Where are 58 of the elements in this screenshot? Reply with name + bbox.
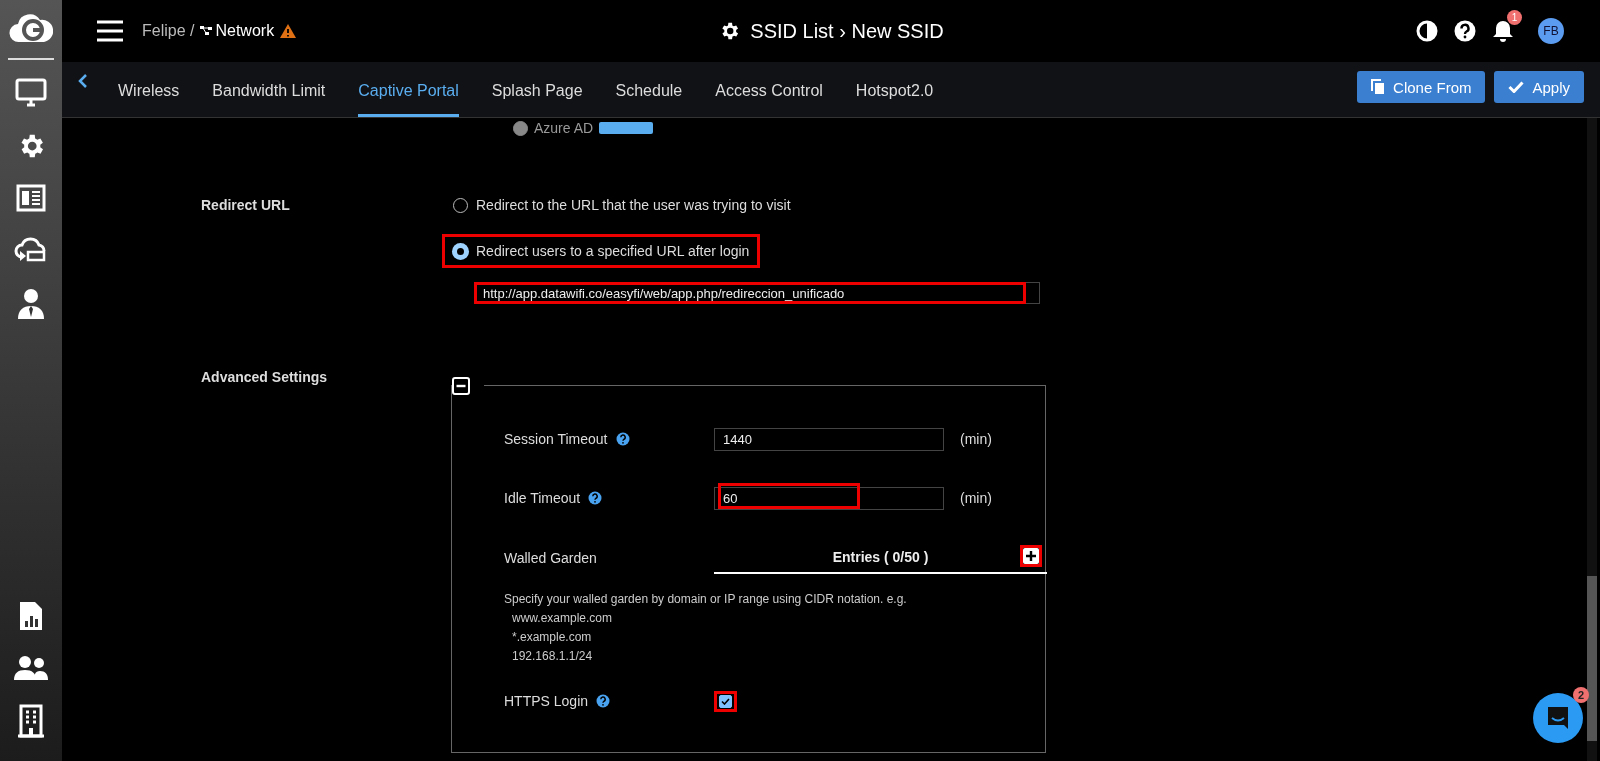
contrast-icon[interactable] xyxy=(1416,20,1438,42)
list-header: Entries ( 0/50 ) xyxy=(832,549,929,565)
field-label: Idle Timeout xyxy=(504,490,581,506)
tab[interactable]: Splash Page xyxy=(491,62,583,117)
tab[interactable]: Bandwidth Limit xyxy=(212,62,326,117)
monitor-icon[interactable] xyxy=(15,78,47,108)
tab[interactable]: Access Control xyxy=(715,62,823,117)
newspaper-icon[interactable] xyxy=(16,184,46,212)
unit-label: (min) xyxy=(960,431,993,447)
user-avatar[interactable]: FB xyxy=(1538,18,1564,44)
example-text: *.example.com xyxy=(511,629,592,646)
building-icon[interactable] xyxy=(16,704,46,738)
example-text: 192.168.1.1/24 xyxy=(511,648,593,665)
clone-button[interactable]: Clone From xyxy=(1357,71,1486,103)
help-icon[interactable] xyxy=(1454,20,1476,42)
unit-label: (min) xyxy=(960,490,993,506)
option-label: Redirect to the URL that the user was trying to visit xyxy=(476,197,791,213)
number-field[interactable]: 1440 xyxy=(714,427,944,451)
radio-button[interactable] xyxy=(513,120,528,136)
help-text: Specify your walled garden by domain or IP range using CIDR notation. e.g. xyxy=(504,591,908,608)
chat-button[interactable] xyxy=(1533,693,1583,743)
field-label: HTTPS Login xyxy=(504,693,589,709)
tab[interactable]: Hotspot2.0 xyxy=(855,62,934,117)
option-badge xyxy=(599,122,654,134)
field-label: Session Timeout xyxy=(504,431,608,447)
collapse-icon[interactable] xyxy=(452,377,470,395)
tab[interactable]: Captive Portal xyxy=(358,62,459,117)
back-icon[interactable] xyxy=(78,72,88,89)
section-label: Redirect URL xyxy=(201,196,291,215)
scrollbar-thumb[interactable] xyxy=(1587,576,1597,741)
person-icon[interactable] xyxy=(16,288,46,320)
section-label: Advanced Settings xyxy=(201,369,329,387)
help-icon[interactable] xyxy=(596,694,611,708)
report-icon[interactable] xyxy=(18,600,44,632)
chat-icon xyxy=(1546,705,1570,731)
copy-icon xyxy=(1371,79,1386,95)
example-text: www.example.com xyxy=(511,610,613,627)
help-icon[interactable] xyxy=(615,432,630,446)
field-label: Walled Garden xyxy=(504,550,597,566)
radio-button[interactable] xyxy=(453,243,468,259)
warning-icon xyxy=(280,24,297,38)
bell-icon[interactable] xyxy=(1492,19,1514,43)
help-icon[interactable] xyxy=(588,491,603,505)
network-icon xyxy=(200,26,213,36)
checkbox[interactable] xyxy=(719,694,732,708)
page-title: SSID List › New SSID xyxy=(750,19,944,43)
menu-icon[interactable] xyxy=(96,20,124,42)
apply-button[interactable]: Apply xyxy=(1494,71,1584,103)
organization-link[interactable]: Felipe / xyxy=(142,22,195,40)
option-label: Redirect users to a specified URL after login xyxy=(476,243,750,259)
chat-badge: 2 xyxy=(1573,687,1589,703)
tab[interactable]: Wireless xyxy=(118,62,180,117)
tab[interactable]: Schedule xyxy=(615,62,683,117)
notification-badge: 1 xyxy=(1507,10,1522,25)
check-icon xyxy=(1508,81,1525,93)
users-icon[interactable] xyxy=(14,655,48,681)
network-name[interactable]: Network xyxy=(215,22,275,40)
option-label: Azure AD xyxy=(534,120,594,136)
